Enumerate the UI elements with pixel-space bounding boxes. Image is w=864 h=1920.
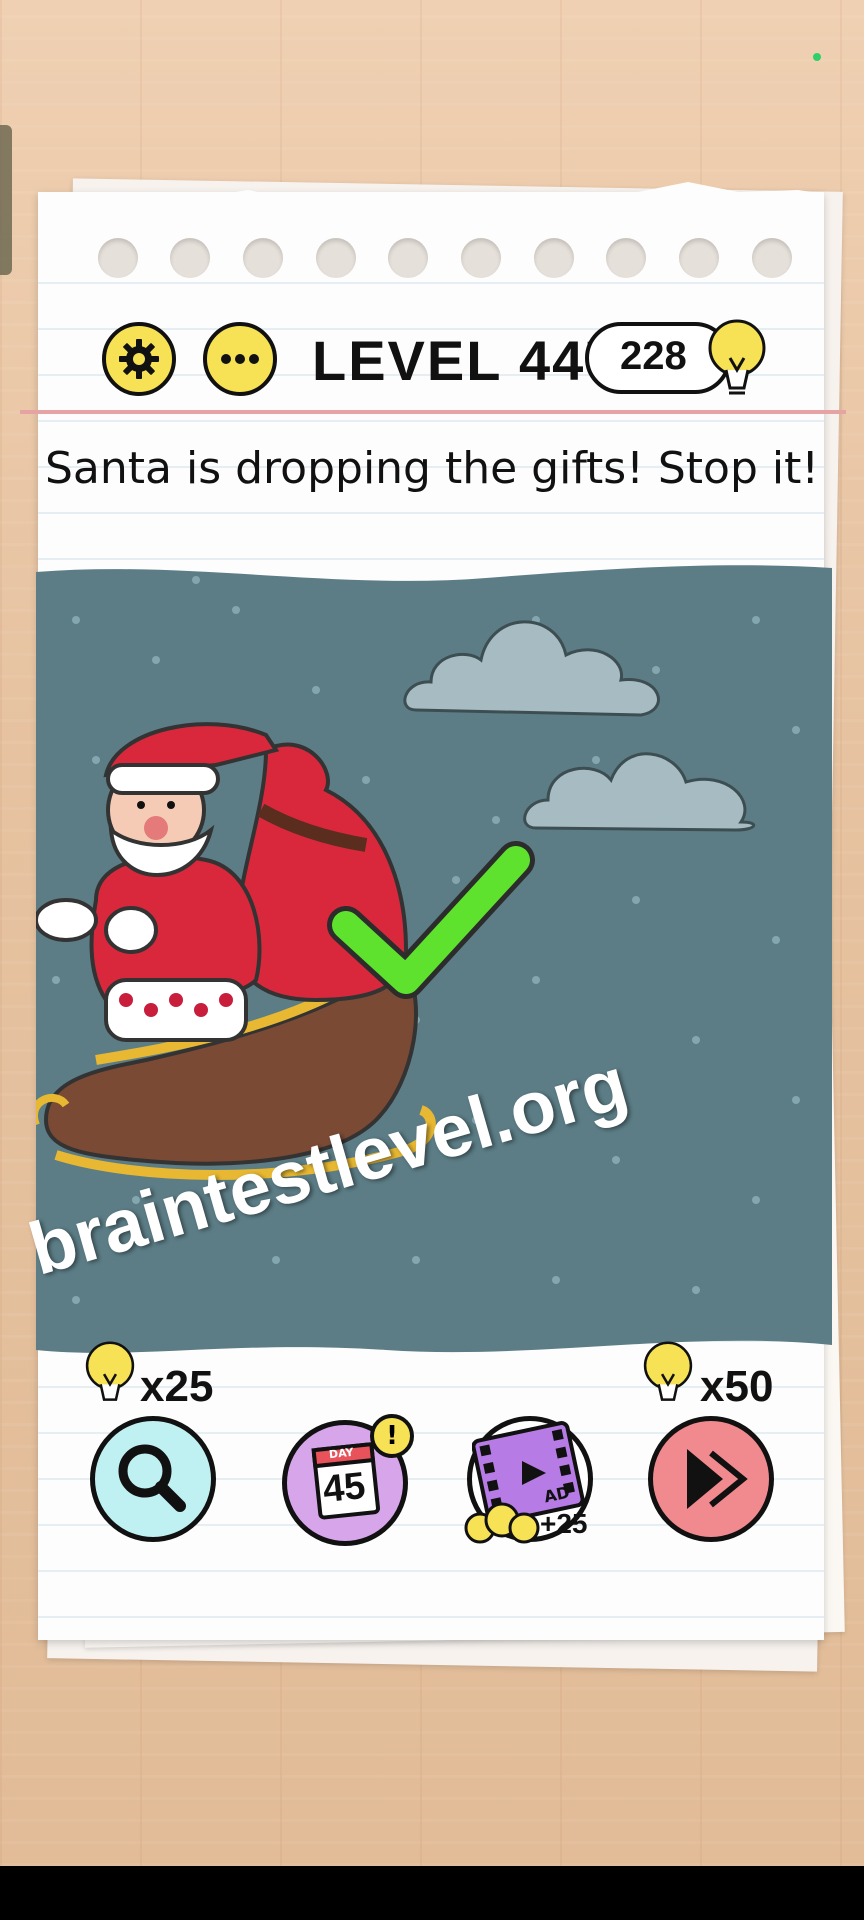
skip-icon bbox=[687, 1449, 748, 1509]
calendar-day-number: 45 bbox=[320, 1464, 368, 1512]
binder-hole bbox=[679, 238, 719, 278]
binder-hole bbox=[388, 238, 428, 278]
system-navigation-bar bbox=[0, 1866, 864, 1920]
binder-hole bbox=[170, 238, 210, 278]
binder-hole bbox=[534, 238, 574, 278]
status-indicator-dot bbox=[813, 53, 821, 61]
lightbulb-icon bbox=[85, 1341, 135, 1401]
binder-hole bbox=[243, 238, 283, 278]
search-icon bbox=[118, 1444, 186, 1512]
ad-reward: +25 bbox=[540, 1508, 588, 1539]
search-cost: x25 bbox=[140, 1362, 214, 1411]
calendar-day-label: DAY bbox=[328, 1445, 355, 1462]
search-hint-button[interactable] bbox=[90, 1416, 216, 1542]
question-text: Santa is dropping the gifts! Stop it! bbox=[45, 443, 819, 494]
binder-hole bbox=[752, 238, 792, 278]
binder-hole bbox=[606, 238, 646, 278]
level-title: LEVEL 447 bbox=[312, 329, 619, 392]
header-divider bbox=[20, 410, 846, 414]
edge-handle[interactable] bbox=[0, 125, 12, 275]
gear-icon bbox=[119, 339, 159, 379]
skip-cost: x50 bbox=[700, 1362, 774, 1411]
hint-count: 228 bbox=[620, 334, 687, 378]
daily-badge: ! bbox=[370, 1414, 414, 1458]
lightbulb-icon bbox=[708, 319, 766, 395]
binder-hole bbox=[98, 238, 138, 278]
more-button[interactable] bbox=[203, 322, 277, 396]
skip-level-button[interactable] bbox=[648, 1416, 774, 1542]
torn-paper-edge bbox=[38, 182, 824, 250]
lightbulb-icon bbox=[464, 1502, 540, 1544]
lightbulb-icon bbox=[643, 1341, 693, 1401]
more-icon bbox=[221, 354, 259, 364]
settings-button[interactable] bbox=[102, 322, 176, 396]
binder-hole bbox=[316, 238, 356, 278]
binder-hole bbox=[461, 238, 501, 278]
